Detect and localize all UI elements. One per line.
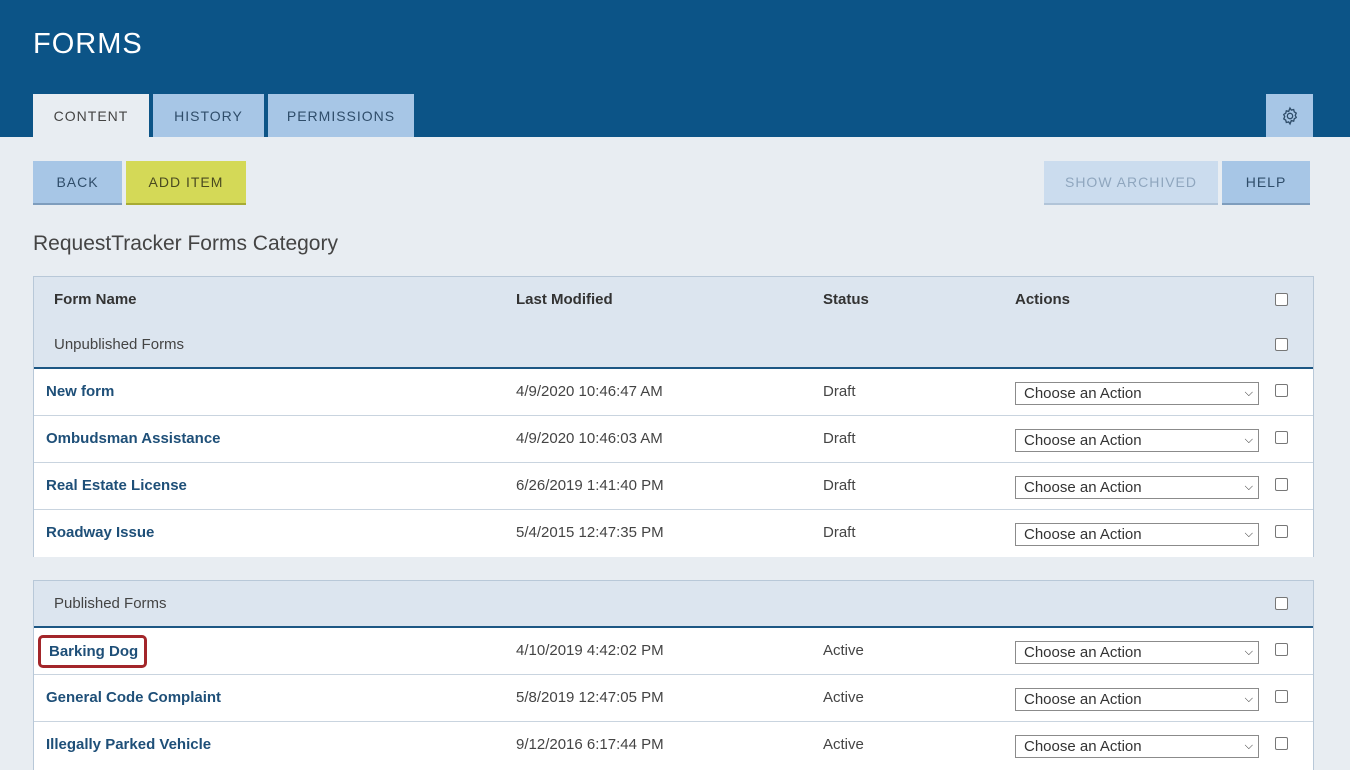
select-all-checkbox[interactable] [1275, 293, 1288, 306]
add-item-button[interactable]: ADD ITEM [126, 161, 246, 205]
tab-content[interactable]: CONTENT [33, 94, 149, 137]
chevron-down-icon: ⌵ [1244, 481, 1253, 493]
table-row: Barking Dog 4/10/2019 4:42:02 PM Active Cho… [34, 628, 1313, 675]
status-cell: Draft [823, 430, 856, 447]
form-name-link[interactable]: Barking Dog [38, 635, 148, 668]
form-name-link[interactable]: New form [46, 383, 114, 400]
row-checkbox[interactable] [1275, 643, 1288, 656]
chevron-down-icon: ⌵ [1244, 434, 1253, 446]
page-header: FORMS CONTENT HISTORY PERMISSIONS [0, 0, 1350, 137]
action-select[interactable]: Choose an Action ⌵ [1015, 523, 1259, 546]
status-cell: Draft [823, 383, 856, 400]
action-select[interactable]: Choose an Action ⌵ [1015, 641, 1259, 664]
form-name-link[interactable]: Ombudsman Assistance [46, 430, 221, 447]
tab-history[interactable]: HISTORY [153, 94, 264, 137]
form-name-link[interactable]: Real Estate License [46, 477, 187, 494]
action-select-value: Choose an Action [1024, 432, 1142, 449]
last-modified-cell: 5/8/2019 12:47:05 PM [516, 689, 664, 706]
form-name-link[interactable]: Illegally Parked Vehicle [46, 736, 211, 753]
last-modified-cell: 5/4/2015 12:47:35 PM [516, 524, 664, 541]
row-checkbox[interactable] [1275, 525, 1288, 538]
status-cell: Active [823, 736, 864, 753]
column-header-status: Status [823, 291, 869, 308]
published-rows: Barking Dog 4/10/2019 4:42:02 PM Active Cho… [34, 628, 1313, 769]
action-select[interactable]: Choose an Action ⌵ [1015, 382, 1259, 405]
action-select-value: Choose an Action [1024, 738, 1142, 755]
status-cell: Active [823, 689, 864, 706]
form-name-link[interactable]: Roadway Issue [46, 524, 154, 541]
table-header: Form Name Last Modified Status Actions U… [34, 277, 1313, 369]
chevron-down-icon: ⌵ [1244, 387, 1253, 399]
published-forms-table: Published Forms Barking Dog 4/10/2019 4:4… [33, 580, 1314, 770]
status-cell: Draft [823, 477, 856, 494]
row-checkbox[interactable] [1275, 478, 1288, 491]
select-group-checkbox[interactable] [1275, 338, 1288, 351]
status-cell: Draft [823, 524, 856, 541]
gear-icon [1282, 106, 1297, 125]
back-button[interactable]: BACK [33, 161, 122, 205]
table-row: Roadway Issue 5/4/2015 12:47:35 PM Draft Ch… [34, 510, 1313, 557]
form-name-link[interactable]: General Code Complaint [46, 689, 221, 706]
settings-button[interactable] [1266, 94, 1313, 137]
action-select[interactable]: Choose an Action ⌵ [1015, 735, 1259, 758]
last-modified-cell: 4/9/2020 10:46:03 AM [516, 430, 663, 447]
table-row: Ombudsman Assistance 4/9/2020 10:46:03 AM… [34, 416, 1313, 463]
status-cell: Active [823, 642, 864, 659]
column-header-last-modified: Last Modified [516, 291, 613, 308]
chevron-down-icon: ⌵ [1244, 693, 1253, 705]
chevron-down-icon: ⌵ [1244, 740, 1253, 752]
chevron-down-icon: ⌵ [1244, 528, 1253, 540]
table-row: Real Estate License 6/26/2019 1:41:40 PM D… [34, 463, 1313, 510]
group-label-unpublished: Unpublished Forms [54, 336, 185, 353]
unpublished-rows: New form 4/9/2020 10:46:47 AM Draft Choose … [34, 369, 1313, 557]
action-select[interactable]: Choose an Action ⌵ [1015, 476, 1259, 499]
group-label-published: Published Forms [54, 595, 167, 612]
action-select[interactable]: Choose an Action ⌵ [1015, 429, 1259, 452]
category-title: RequestTracker Forms Category [33, 232, 338, 255]
table-row: New form 4/9/2020 10:46:47 AM Draft Choose … [34, 369, 1313, 416]
last-modified-cell: 4/10/2019 4:42:02 PM [516, 642, 664, 659]
action-select-value: Choose an Action [1024, 385, 1142, 402]
action-select-value: Choose an Action [1024, 644, 1142, 661]
action-select-value: Choose an Action [1024, 691, 1142, 708]
group-header-published: Published Forms [34, 581, 1313, 628]
row-checkbox[interactable] [1275, 690, 1288, 703]
column-header-form-name: Form Name [54, 291, 137, 308]
last-modified-cell: 4/9/2020 10:46:47 AM [516, 383, 663, 400]
show-archived-button[interactable]: SHOW ARCHIVED [1044, 161, 1218, 205]
action-select-value: Choose an Action [1024, 479, 1142, 496]
action-select[interactable]: Choose an Action ⌵ [1015, 688, 1259, 711]
row-checkbox[interactable] [1275, 431, 1288, 444]
chevron-down-icon: ⌵ [1244, 646, 1253, 658]
tab-permissions[interactable]: PERMISSIONS [268, 94, 414, 137]
page-title: FORMS [33, 28, 143, 60]
row-checkbox[interactable] [1275, 384, 1288, 397]
row-checkbox[interactable] [1275, 737, 1288, 750]
help-button[interactable]: HELP [1222, 161, 1310, 205]
last-modified-cell: 9/12/2016 6:17:44 PM [516, 736, 664, 753]
column-header-actions: Actions [1015, 291, 1071, 308]
unpublished-forms-table: Form Name Last Modified Status Actions U… [33, 276, 1314, 557]
action-select-value: Choose an Action [1024, 526, 1142, 543]
select-group-checkbox[interactable] [1275, 597, 1288, 610]
table-row: General Code Complaint 5/8/2019 12:47:05 … [34, 675, 1313, 722]
table-row: Illegally Parked Vehicle 9/12/2016 6:17:4… [34, 722, 1313, 769]
last-modified-cell: 6/26/2019 1:41:40 PM [516, 477, 664, 494]
